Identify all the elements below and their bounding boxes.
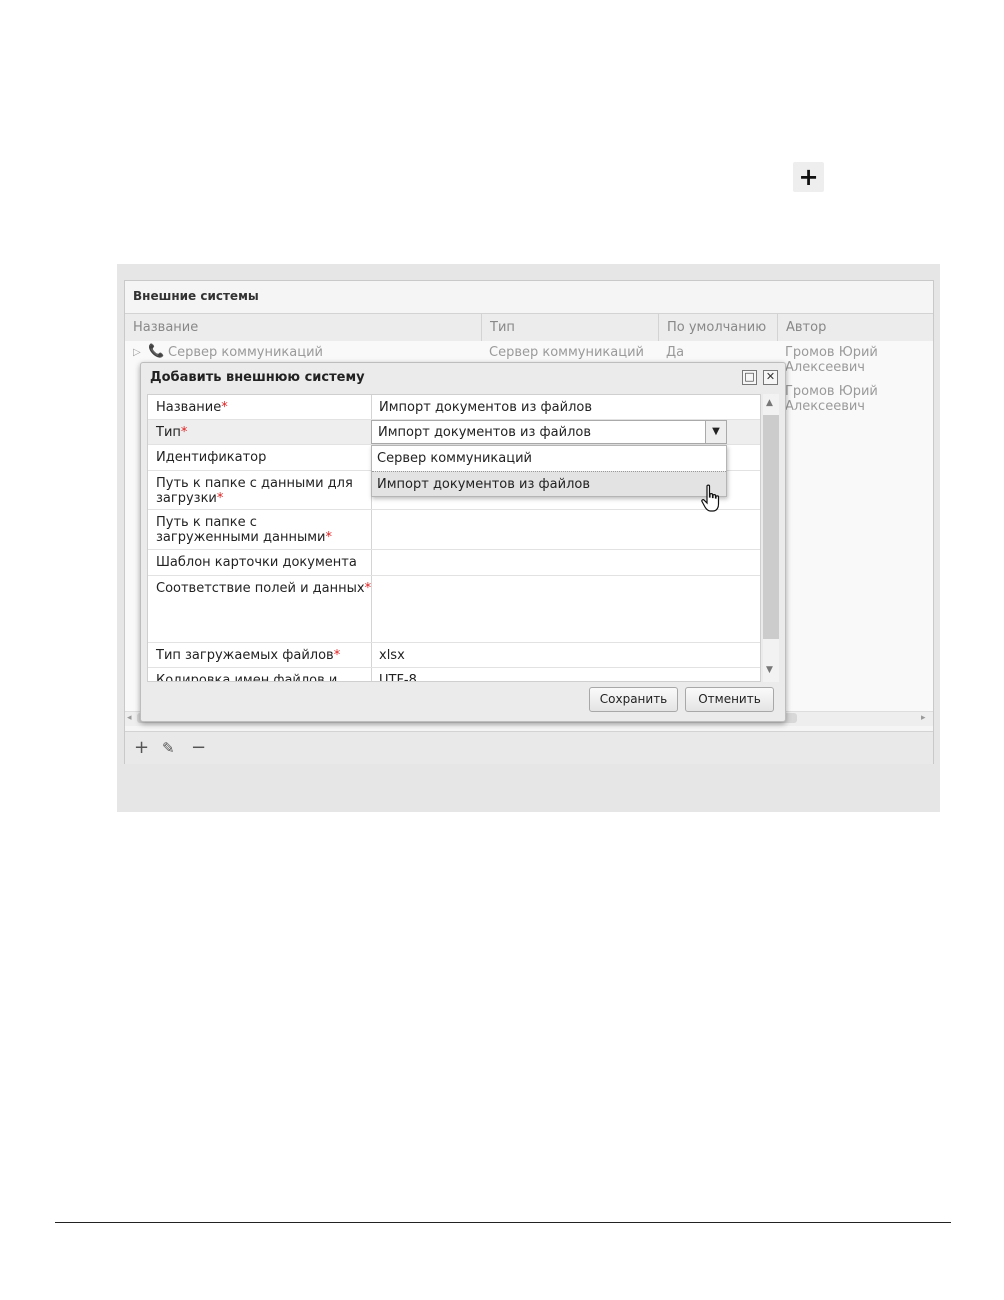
field-label: Шаблон карточки документа	[156, 555, 357, 570]
grid-header: Название Тип По умолчанию Автор	[125, 313, 933, 342]
field-label: Путь к папке с загруженными данными*	[156, 515, 361, 545]
field-row-file-type: Тип загружаемых файлов* xlsx	[148, 643, 760, 668]
required-mark: *	[180, 425, 188, 440]
scroll-up-icon[interactable]: ▲	[766, 398, 773, 408]
save-button[interactable]: Сохранить	[589, 687, 678, 712]
type-dropdown-list: Сервер коммуникаций Импорт документов из…	[371, 445, 727, 497]
row-author: Громов Юрий Алексеевич	[785, 345, 878, 375]
label-text: Тип загружаемых файлов	[156, 648, 334, 663]
phone-icon: 📞	[148, 344, 165, 359]
scroll-right-icon[interactable]: ▸	[921, 713, 926, 723]
field-row-mapping: Соответствие полей и данных*	[148, 576, 760, 643]
column-header-default[interactable]: По умолчанию	[659, 314, 778, 341]
add-external-system-dialog: Добавить внешнюю систему □ ✕ Название* И…	[140, 362, 786, 722]
column-header-author[interactable]: Автор	[778, 314, 933, 341]
field-label: Кодировка имен файлов и	[156, 673, 338, 682]
field-row-encoding: Кодировка имен файлов и UTF-8	[148, 668, 760, 682]
hand-cursor-icon	[701, 484, 720, 512]
field-row-loaded-path: Путь к папке с загруженными данными*	[148, 510, 760, 550]
required-mark: *	[216, 491, 224, 506]
column-header-name[interactable]: Название	[125, 314, 482, 341]
field-value[interactable]: Импорт документов из файлов	[379, 400, 592, 415]
field-value[interactable]: xlsx	[379, 648, 405, 663]
field-label: Название*	[156, 400, 228, 415]
dropdown-option[interactable]: Сервер коммуникаций	[372, 446, 726, 471]
required-mark: *	[333, 648, 341, 663]
maximize-icon[interactable]: □	[742, 370, 757, 385]
field-value[interactable]: UTF-8	[379, 673, 417, 681]
panel-title: Внешние системы	[133, 289, 259, 303]
field-label: Тип*	[156, 425, 187, 440]
required-mark: *	[325, 530, 333, 545]
footer-divider	[55, 1222, 951, 1223]
plus-icon[interactable]: +	[134, 737, 149, 758]
field-label: Путь к папке с данными для загрузки*	[156, 476, 361, 506]
type-combobox[interactable]: Импорт документов из файлов ▼	[371, 420, 727, 444]
scrollbar-thumb[interactable]	[763, 415, 779, 639]
label-text: Путь к папке с данными для загрузки	[156, 476, 353, 506]
required-mark: *	[221, 400, 228, 415]
scroll-down-icon[interactable]: ▼	[766, 665, 773, 675]
dialog-title: Добавить внешнюю систему	[150, 370, 365, 385]
column-header-type[interactable]: Тип	[482, 314, 659, 341]
field-label: Тип загружаемых файлов*	[156, 648, 340, 663]
row-author: Громов Юрий Алексеевич	[785, 384, 878, 414]
field-label: Соответствие полей и данных*	[156, 581, 371, 596]
row-name[interactable]: Сервер коммуникаций	[168, 345, 323, 360]
pencil-icon[interactable]: ✎	[162, 739, 175, 757]
combobox-value: Импорт документов из файлов	[378, 425, 592, 440]
field-row-card-template: Шаблон карточки документа	[148, 550, 760, 576]
minus-icon[interactable]: −	[191, 737, 206, 758]
label-text: Название	[156, 400, 222, 415]
scroll-left-icon[interactable]: ◂	[127, 713, 132, 723]
bottom-toolbar	[125, 731, 933, 764]
cancel-button[interactable]: Отменить	[685, 687, 774, 712]
row-default: Да	[666, 345, 685, 360]
chevron-down-icon[interactable]: ▼	[705, 421, 726, 443]
expand-arrow-icon[interactable]: ▷	[133, 345, 141, 360]
add-plus-icon[interactable]: +	[793, 162, 824, 192]
row-type: Сервер коммуникаций	[489, 345, 644, 360]
label-text: Соответствие полей и данных	[156, 581, 365, 596]
field-label: Идентификатор	[156, 450, 267, 465]
required-mark: *	[364, 581, 372, 596]
label-text: Путь к папке с загруженными данными	[156, 515, 326, 545]
dropdown-option-selected[interactable]: Импорт документов из файлов	[372, 471, 726, 496]
close-icon[interactable]: ✕	[763, 370, 778, 385]
label-text: Тип	[156, 425, 181, 440]
field-row-name: Название* Импорт документов из файлов	[148, 395, 760, 420]
